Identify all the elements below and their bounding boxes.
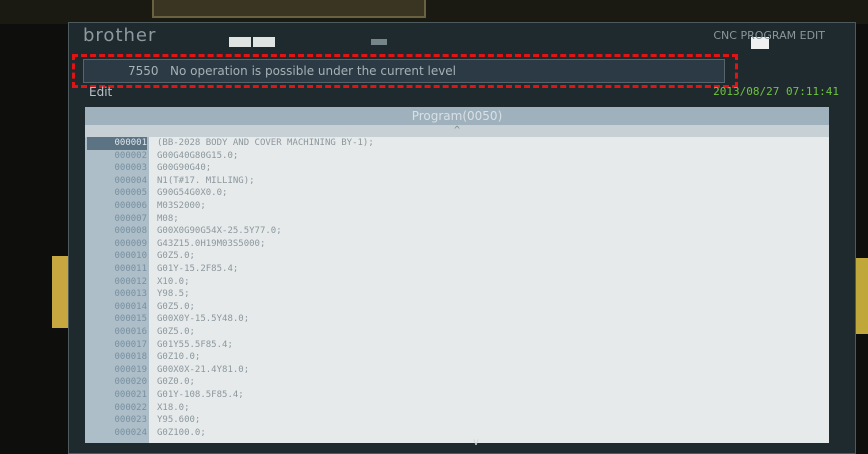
line-number: 000009 xyxy=(114,238,147,249)
indicator-icon xyxy=(253,37,275,47)
line-number: 000019 xyxy=(114,364,147,375)
line-code: G43Z15.0H19M03S5000; xyxy=(157,238,266,249)
line-number: 000016 xyxy=(114,327,147,337)
line-number: 000014 xyxy=(114,301,147,312)
line-number: 000021 xyxy=(114,390,147,400)
line-code: G00G90G40; xyxy=(157,163,212,174)
line-number: 000013 xyxy=(114,289,147,300)
scroll-up-button[interactable]: ^ xyxy=(85,125,829,137)
line-number: 000001 xyxy=(87,137,147,150)
program-panel-title: Program(0050) xyxy=(85,107,829,125)
mounted-device xyxy=(152,0,426,18)
indicator-icon xyxy=(371,39,387,45)
line-number: 000008 xyxy=(114,226,147,237)
line-number: 000020 xyxy=(114,377,147,388)
line-code: G0Z5.0; xyxy=(157,327,195,337)
program-line[interactable]: 000015 G00X0Y-15.5Y48.0; xyxy=(85,313,829,326)
program-line[interactable]: 000012 X10.0; xyxy=(85,276,829,289)
line-code: G01Y-15.2F85.4; xyxy=(157,264,239,274)
indicator-icon xyxy=(229,37,251,47)
line-code: G00X0X-21.4Y81.0; xyxy=(157,364,250,375)
line-code: G00X0G90G54X-25.5Y77.0; xyxy=(157,226,282,237)
line-code: G90G54G0X0.0; xyxy=(157,188,228,199)
program-listing[interactable]: 000001 (BB-2028 BODY AND COVER MACHINING … xyxy=(85,137,829,443)
program-line[interactable]: 000004 N1(T#17. MILLING); xyxy=(85,175,829,188)
line-number: 000007 xyxy=(114,213,147,224)
mode-status: Edit xyxy=(89,85,113,99)
line-code: G00X0Y-15.5Y48.0; xyxy=(157,314,250,325)
program-line[interactable]: 000024 G0Z100.0; xyxy=(85,427,829,440)
line-number: 000017 xyxy=(114,339,147,350)
line-code: M08; xyxy=(157,213,179,224)
line-number: 000018 xyxy=(114,352,147,363)
program-line[interactable]: 000018 G0Z10.0; xyxy=(85,351,829,364)
program-line[interactable]: 000002 G00G40G80G15.0; xyxy=(85,150,829,163)
program-line[interactable]: 000022 X18.0; xyxy=(85,402,829,415)
line-number: 000011 xyxy=(114,264,147,274)
line-code: M03S2000; xyxy=(157,201,206,211)
mode-label: CNC PROGRAM EDIT xyxy=(713,29,825,42)
program-line[interactable]: 000009 G43Z15.0H19M03S5000; xyxy=(85,238,829,251)
alarm-message-bar[interactable]: 7550 No operation is possible under the … xyxy=(72,54,738,88)
program-line[interactable]: 000017 G01Y55.5F85.4; xyxy=(85,339,829,352)
line-code: G0Z5.0; xyxy=(157,251,195,262)
alarm-highlight-box xyxy=(72,54,738,88)
program-line[interactable]: 000019 G00X0X-21.4Y81.0; xyxy=(85,364,829,377)
program-line[interactable]: 000011 G01Y-15.2F85.4; xyxy=(85,263,829,276)
line-code: G00G40G80G15.0; xyxy=(157,150,239,161)
line-number: 000015 xyxy=(114,314,147,325)
program-line[interactable]: 000014 G0Z5.0; xyxy=(85,301,829,314)
line-code: G0Z0.0; xyxy=(157,377,195,388)
program-line[interactable]: 000003 G00G90G40; xyxy=(85,162,829,175)
line-code: G01Y55.5F85.4; xyxy=(157,339,233,350)
line-code: G01Y-108.5F85.4; xyxy=(157,390,244,400)
line-number: 000023 xyxy=(114,415,147,426)
program-line[interactable]: 000013 Y98.5; xyxy=(85,288,829,301)
line-number: 000024 xyxy=(114,427,147,438)
line-number: 000004 xyxy=(114,175,147,186)
line-code: G0Z5.0; xyxy=(157,301,195,312)
program-line[interactable]: 000006 M03S2000; xyxy=(85,200,829,213)
brand-logo: brother xyxy=(83,25,157,46)
line-number: 000002 xyxy=(114,150,147,161)
program-line[interactable]: 000020 G0Z0.0; xyxy=(85,376,829,389)
line-code: (BB-2028 BODY AND COVER MACHINING BY-1); xyxy=(157,138,374,148)
program-line[interactable]: 000008 G00X0G90G54X-25.5Y77.0; xyxy=(85,225,829,238)
program-line[interactable]: 000016 G0Z5.0; xyxy=(85,326,829,339)
program-line[interactable]: 000001 (BB-2028 BODY AND COVER MACHINING … xyxy=(85,137,829,150)
monitor-bezel-top xyxy=(0,0,868,24)
line-number: 000012 xyxy=(114,276,147,287)
program-line[interactable]: 000010 G0Z5.0; xyxy=(85,250,829,263)
cnc-screen: brother CNC PROGRAM EDIT 7550 No operati… xyxy=(68,22,856,454)
program-line[interactable]: 000005 G90G54G0X0.0; xyxy=(85,187,829,200)
program-line[interactable]: 000007 M08; xyxy=(85,213,829,226)
program-line[interactable]: 000023 Y95.600; xyxy=(85,414,829,427)
line-number: 000003 xyxy=(114,163,147,174)
datetime-display: 2013/08/27 07:11:41 xyxy=(713,85,839,98)
line-number: 000006 xyxy=(114,201,147,211)
line-code: G0Z100.0; xyxy=(157,427,206,438)
scroll-down-button[interactable]: v xyxy=(461,437,491,449)
line-code: N1(T#17. MILLING); xyxy=(157,175,255,186)
line-code: X10.0; xyxy=(157,276,190,287)
line-code: X18.0; xyxy=(157,402,190,413)
line-code: Y98.5; xyxy=(157,289,190,300)
line-number: 000010 xyxy=(114,251,147,262)
line-number: 000022 xyxy=(114,402,147,413)
line-code: Y95.600; xyxy=(157,415,201,426)
program-line[interactable]: 000021 G01Y-108.5F85.4; xyxy=(85,389,829,402)
line-code: G0Z10.0; xyxy=(157,352,201,363)
line-number: 000005 xyxy=(114,188,147,199)
